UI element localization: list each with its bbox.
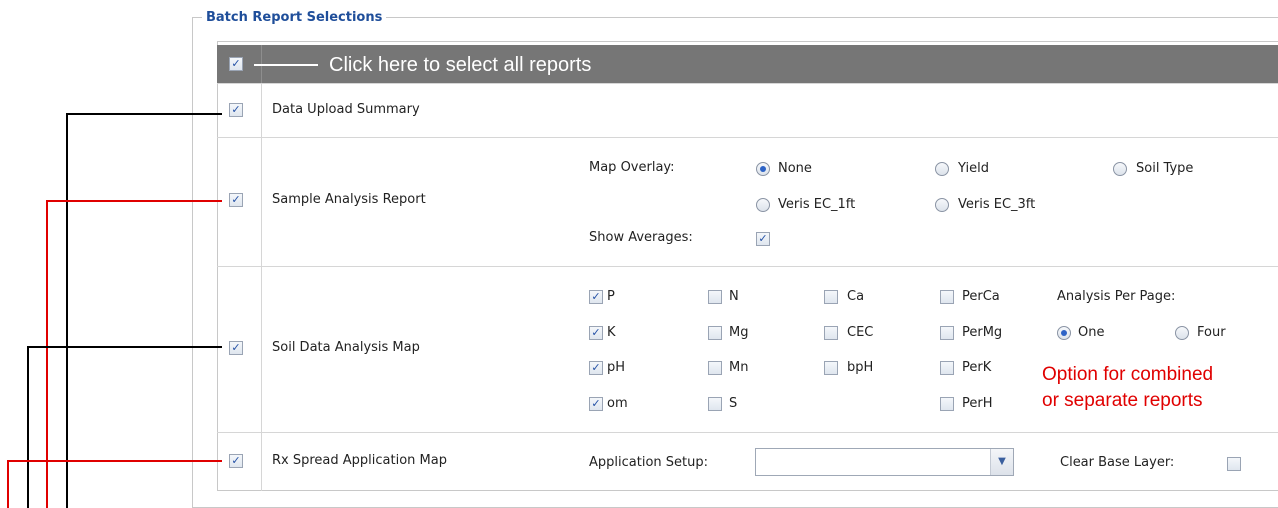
per-page-four-label: Four — [1197, 325, 1226, 340]
nutrient-ca-label: Ca — [847, 289, 865, 304]
sample-analysis-label: Sample Analysis Report — [272, 192, 426, 207]
nutrient-mn-label: Mn — [729, 360, 749, 375]
nutrient-mn-checkbox[interactable] — [708, 361, 722, 375]
per-page-one-radio[interactable] — [1057, 326, 1071, 340]
overlay-veris-3ft-radio[interactable] — [935, 198, 949, 212]
nutrient-perca-label: PerCa — [962, 289, 1000, 304]
map-overlay-label: Map Overlay: — [589, 160, 675, 175]
callout-line-sample — [46, 200, 222, 202]
nutrient-perh-checkbox[interactable] — [940, 397, 954, 411]
overlay-soil-type-radio[interactable] — [1113, 162, 1127, 176]
nutrient-ph-checkbox[interactable]: ✓ — [589, 361, 603, 375]
nutrient-ph-label: pH — [607, 360, 626, 375]
clear-base-layer-label: Clear Base Layer: — [1060, 455, 1175, 470]
nutrient-n-checkbox[interactable] — [708, 290, 722, 304]
clear-base-layer-checkbox[interactable] — [1227, 457, 1241, 471]
annotation-line-2: or separate reports — [1042, 390, 1203, 411]
nutrient-bph-checkbox[interactable] — [824, 361, 838, 375]
select-all-pointer-line — [254, 64, 318, 66]
overlay-yield-label: Yield — [958, 161, 989, 176]
nutrient-perk-checkbox[interactable] — [940, 361, 954, 375]
data-upload-label: Data Upload Summary — [272, 102, 420, 117]
overlay-none-radio[interactable] — [756, 162, 770, 176]
overlay-none-label: None — [778, 161, 812, 176]
rx-spread-checkbox[interactable]: ✓ — [229, 454, 243, 468]
panel-title: Batch Report Selections — [202, 9, 387, 27]
annotation-line-1: Option for combined — [1042, 364, 1214, 385]
nutrient-p-label: P — [607, 289, 615, 304]
data-upload-checkbox[interactable]: ✓ — [229, 103, 243, 117]
soil-data-checkbox[interactable]: ✓ — [229, 341, 243, 355]
nutrient-om-checkbox[interactable]: ✓ — [589, 397, 603, 411]
rx-spread-label: Rx Spread Application Map — [272, 453, 447, 468]
nutrient-mg-label: Mg — [729, 325, 749, 340]
nutrient-s-label: S — [729, 396, 738, 411]
callout-line-upload-vertical — [66, 113, 68, 508]
show-averages-checkbox[interactable]: ✓ — [756, 232, 770, 246]
nutrient-mg-checkbox[interactable] — [708, 326, 722, 340]
overlay-veris-1ft-radio[interactable] — [756, 198, 770, 212]
nutrient-s-checkbox[interactable] — [708, 397, 722, 411]
select-all-checkbox[interactable]: ✓ — [229, 57, 243, 71]
nutrient-k-label: K — [607, 325, 616, 340]
overlay-soil-type-label: Soil Type — [1136, 161, 1194, 176]
analysis-per-page-label: Analysis Per Page: — [1057, 289, 1176, 304]
nutrient-p-checkbox[interactable]: ✓ — [589, 290, 603, 304]
nutrient-k-checkbox[interactable]: ✓ — [589, 326, 603, 340]
nutrient-cec-checkbox[interactable] — [824, 326, 838, 340]
overlay-veris-3ft-label: Veris EC_3ft — [958, 197, 1036, 212]
nutrient-perca-checkbox[interactable] — [940, 290, 954, 304]
nutrient-cec-label: CEC — [847, 325, 874, 340]
application-setup-label: Application Setup: — [589, 455, 708, 470]
nutrient-permg-label: PerMg — [962, 325, 1003, 340]
overlay-veris-1ft-label: Veris EC_1ft — [778, 197, 856, 212]
nutrient-om-label: om — [607, 396, 628, 411]
nutrient-permg-checkbox[interactable] — [940, 326, 954, 340]
sample-analysis-checkbox[interactable]: ✓ — [229, 193, 243, 207]
nutrient-bph-label: bpH — [847, 360, 874, 375]
show-averages-label: Show Averages: — [589, 230, 693, 245]
nutrient-perk-label: PerK — [962, 360, 992, 375]
per-page-one-label: One — [1078, 325, 1105, 340]
nutrient-ca-checkbox[interactable] — [824, 290, 838, 304]
nutrient-perh-label: PerH — [962, 396, 993, 411]
callout-line-upload — [66, 113, 222, 115]
select-all-label: Click here to select all reports — [329, 54, 592, 76]
nutrient-n-label: N — [729, 289, 739, 304]
callout-line-soil — [27, 346, 222, 348]
annotation-note: Option for combined or separate reports — [1042, 362, 1213, 414]
per-page-four-radio[interactable] — [1175, 326, 1189, 340]
soil-data-label: Soil Data Analysis Map — [272, 340, 420, 355]
chevron-down-icon[interactable]: ▼ — [990, 449, 1013, 475]
application-setup-select[interactable]: ▼ — [755, 448, 1014, 476]
callout-line-rx — [7, 460, 222, 462]
callout-line-soil-vertical — [27, 346, 29, 508]
callout-line-rx-vertical — [7, 460, 9, 508]
overlay-yield-radio[interactable] — [935, 162, 949, 176]
